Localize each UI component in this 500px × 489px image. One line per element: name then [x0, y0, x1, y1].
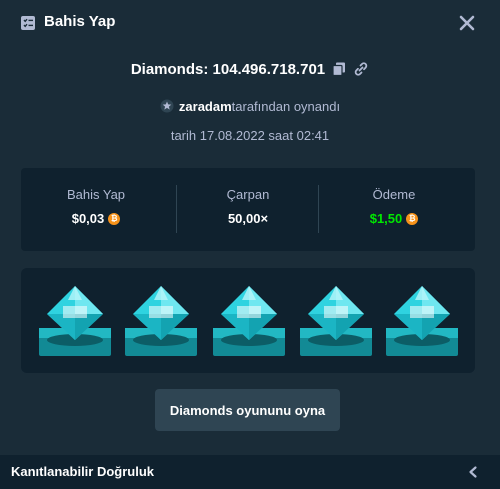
modal-header: Bahis Yap — [0, 0, 500, 46]
close-icon[interactable] — [458, 14, 476, 32]
bet-slip-icon — [21, 16, 35, 30]
multiplier-value-row: 50,00× — [173, 211, 323, 226]
multiplier-stat: Çarpan 50,00× — [173, 168, 323, 251]
link-icon[interactable] — [353, 61, 369, 77]
payout-value-row: $1,50 ₿ — [319, 211, 469, 226]
bet-amount-value: $0,03 — [71, 211, 105, 226]
gem-slot — [37, 280, 117, 364]
chevron-left-icon[interactable] — [467, 465, 479, 479]
bet-amount-value-row: $0,03 ₿ — [21, 211, 171, 226]
diamond-gem-icon — [39, 286, 111, 356]
multiplier-value: 50,00× — [227, 211, 269, 226]
bitcoin-icon: ₿ — [108, 212, 121, 225]
bet-amount-label: Bahis Yap — [66, 187, 126, 202]
gem-slot — [123, 280, 203, 364]
payout-stat: Ödeme $1,50 ₿ — [319, 168, 469, 251]
payout-value: $1,50 — [369, 211, 403, 226]
diamond-gem-icon — [300, 286, 372, 356]
gem-slot — [298, 280, 378, 364]
diamond-gem-icon — [213, 286, 285, 356]
provably-fair-bar[interactable]: Kanıtlanabilir Doğruluk — [0, 455, 500, 489]
played-by-label: tarafından oynandı — [231, 98, 341, 114]
bet-amount-stat: Bahis Yap $0,03 ₿ — [21, 168, 171, 251]
provably-fair-title: Kanıtlanabilir Doğruluk — [11, 464, 155, 479]
bitcoin-icon: ₿ — [406, 212, 419, 225]
bet-stats-panel: Bahis Yap $0,03 ₿ Çarpan 50,00× Ödeme $1… — [21, 168, 475, 251]
modal-title: Bahis Yap — [44, 13, 116, 30]
bet-date: tarih 17.08.2022 saat 02:41 — [170, 128, 330, 143]
play-diamonds-button[interactable]: Diamonds oyununu oyna — [155, 389, 340, 431]
diamonds-board — [21, 268, 475, 373]
gem-slot — [384, 280, 464, 364]
gem-slot — [211, 280, 291, 364]
copy-icon[interactable] — [331, 61, 347, 77]
payout-label: Ödeme — [372, 187, 416, 202]
multiplier-label: Çarpan — [226, 187, 270, 202]
game-id-row: Diamonds: 104.496.718.701 — [0, 58, 500, 80]
vip-star-icon — [160, 99, 174, 113]
diamond-gem-icon — [386, 286, 458, 356]
diamond-gem-icon — [125, 286, 197, 356]
game-id: Diamonds: 104.496.718.701 — [130, 60, 326, 78]
played-by-row: zaradam tarafından oynandı — [0, 96, 500, 116]
player-username[interactable]: zaradam — [179, 99, 232, 114]
